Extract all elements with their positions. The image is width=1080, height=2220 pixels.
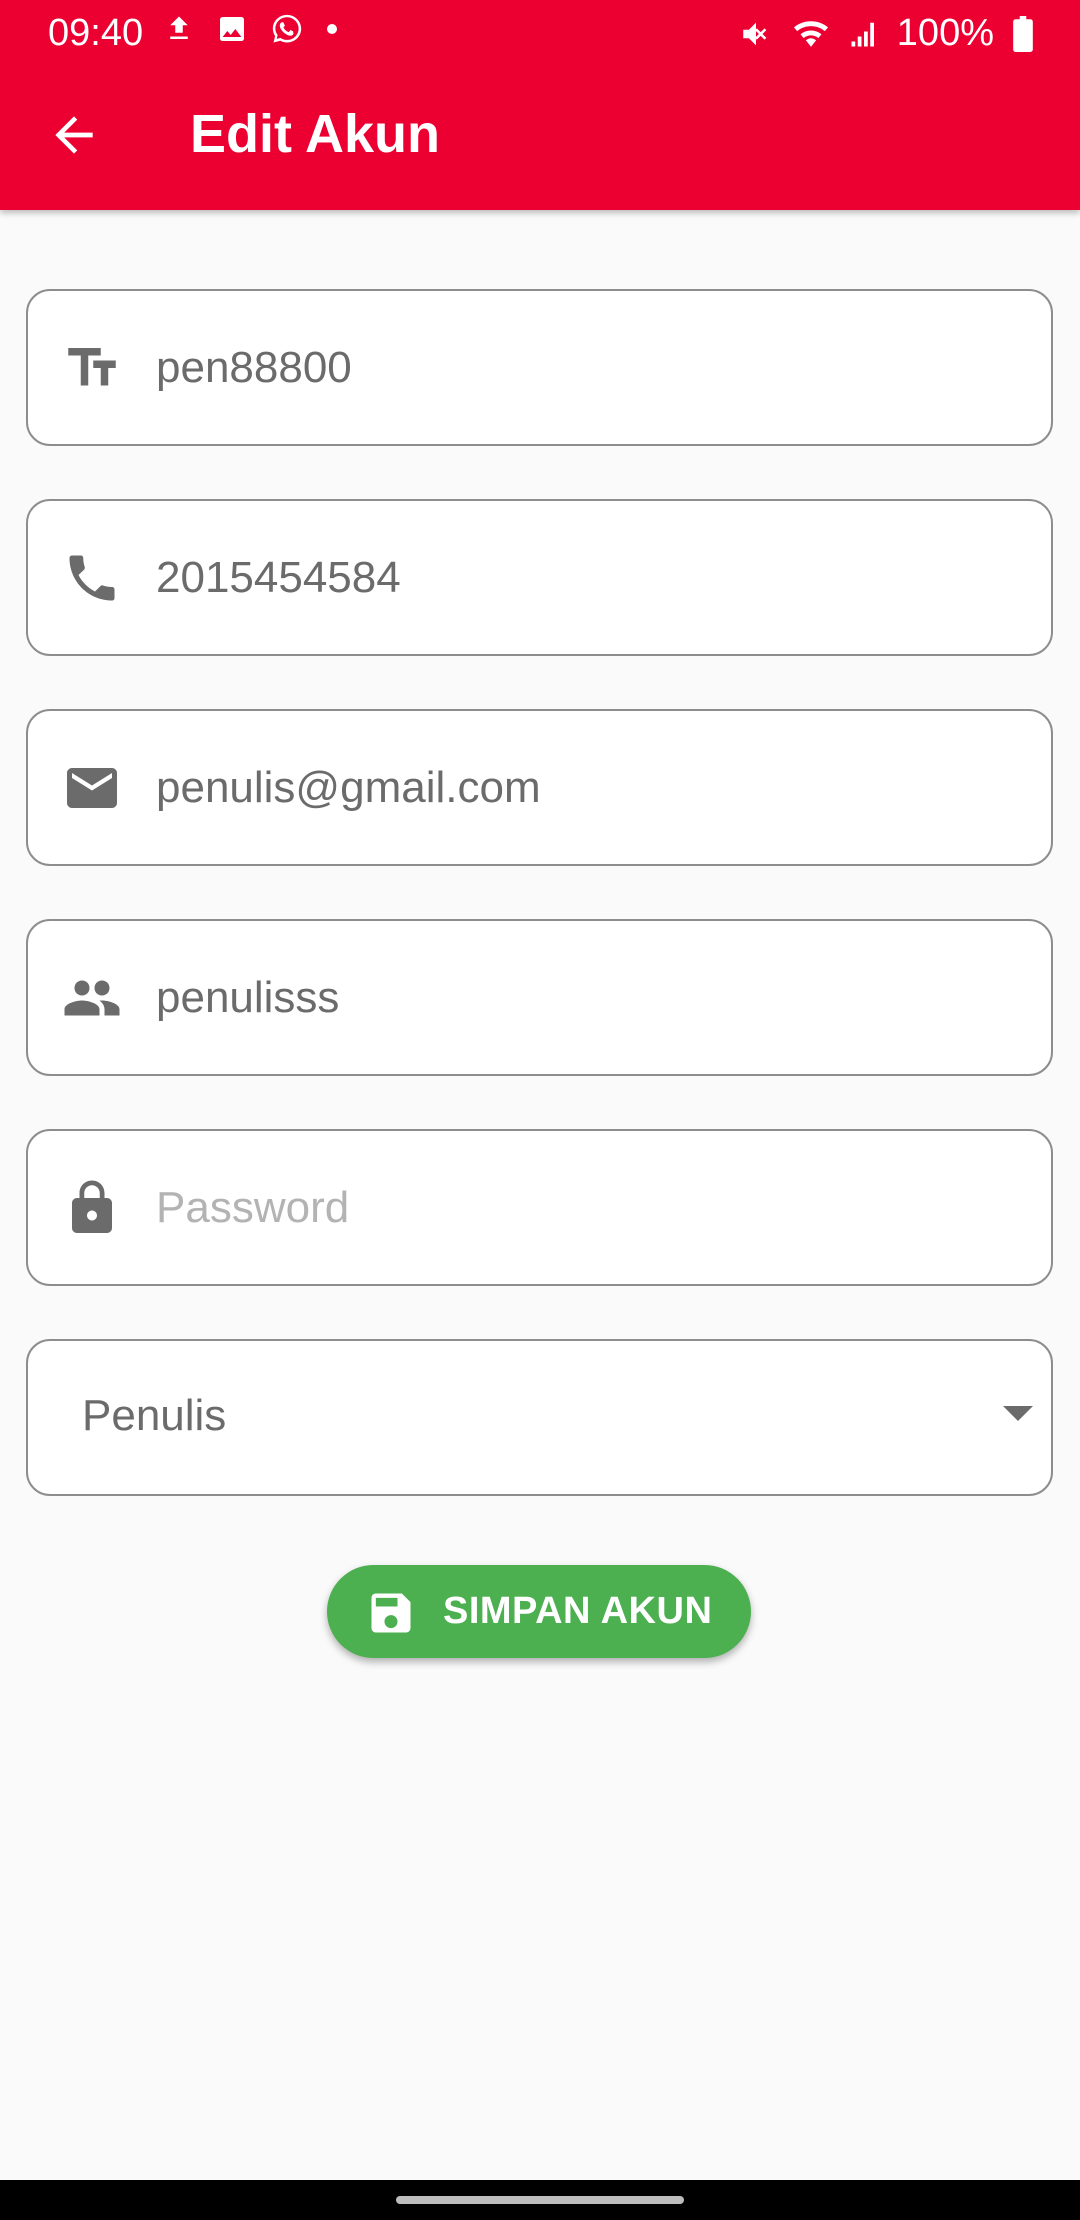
role-selected-value: Penulis (82, 1391, 227, 1440)
status-time: 09:40 (48, 12, 144, 54)
phone-input[interactable] (156, 541, 1016, 615)
page-title: Edit Akun (190, 104, 440, 164)
back-button[interactable] (46, 107, 102, 163)
upload-icon (164, 12, 194, 46)
password-field[interactable] (26, 1129, 1053, 1286)
status-bar: 09:40 100% (0, 0, 1080, 66)
email-input[interactable] (156, 751, 1016, 825)
wifi-icon (791, 17, 831, 51)
email-icon (62, 758, 122, 818)
name-input[interactable] (156, 961, 1016, 1035)
mute-icon (739, 17, 773, 51)
dot-icon (326, 23, 338, 35)
app-bar: 09:40 100% Edit Akun (0, 0, 1080, 210)
text-fields-icon (62, 338, 122, 398)
save-account-button[interactable]: SIMPAN AKUN (327, 1565, 751, 1658)
role-select[interactable]: Penulis (26, 1339, 1053, 1496)
home-gesture-handle[interactable] (396, 2196, 684, 2204)
whatsapp-icon (270, 12, 304, 46)
phone-icon (62, 548, 122, 608)
battery-icon (1012, 15, 1034, 52)
username-field[interactable] (26, 289, 1053, 446)
image-icon (216, 13, 248, 45)
username-input[interactable] (156, 331, 1016, 405)
signal-icon (849, 18, 879, 50)
navigation-bar (0, 2180, 1080, 2220)
lock-icon (62, 1178, 122, 1238)
save-icon (365, 1587, 417, 1639)
password-input[interactable] (156, 1171, 1016, 1245)
phone-field[interactable] (26, 499, 1053, 656)
dropdown-arrow-icon (1003, 1405, 1033, 1425)
name-field[interactable] (26, 919, 1053, 1076)
save-account-label: SIMPAN AKUN (443, 1590, 713, 1632)
battery-text: 100% (896, 12, 994, 54)
people-icon (62, 968, 122, 1028)
arrow-back-icon (55, 116, 93, 154)
email-field[interactable] (26, 709, 1053, 866)
